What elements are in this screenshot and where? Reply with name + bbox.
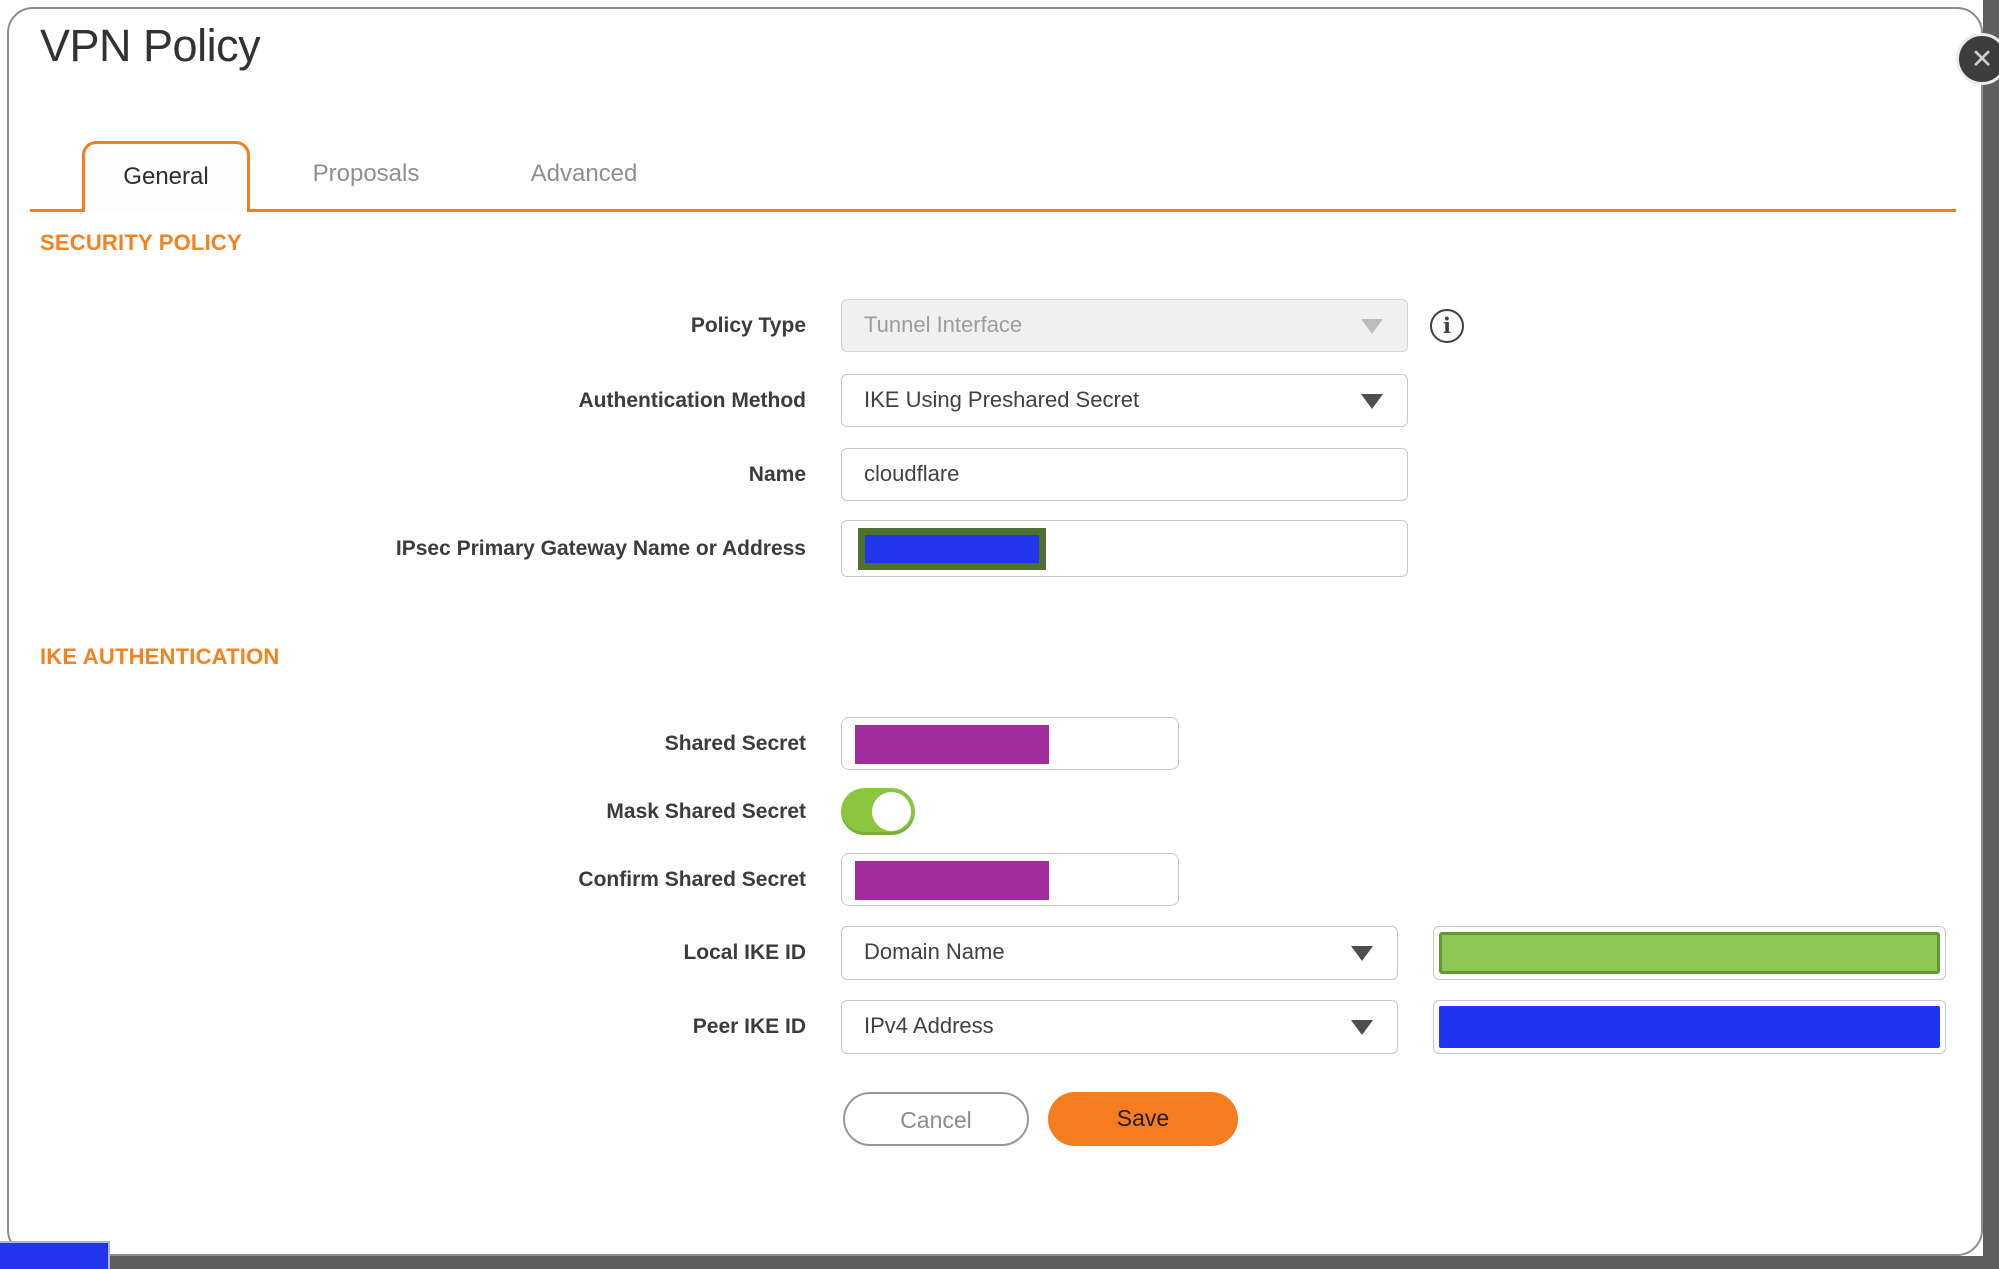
mask-shared-secret-toggle[interactable] (841, 788, 915, 835)
tab-proposals[interactable]: Proposals (282, 141, 450, 211)
close-icon[interactable]: ✕ (1956, 33, 1999, 85)
page-backdrop-bottom (0, 1256, 1999, 1269)
tab-advanced[interactable]: Advanced (500, 141, 668, 211)
peer-ike-id-value: IPv4 Address (864, 1013, 994, 1038)
local-ike-id-input[interactable] (1433, 926, 1946, 980)
name-value: cloudflare (864, 461, 960, 486)
peer-ike-id-label: Peer IKE ID (692, 1015, 806, 1038)
confirm-shared-secret-redaction (855, 861, 1049, 900)
local-ike-id-value: Domain Name (864, 939, 1005, 964)
local-ike-id-label: Local IKE ID (683, 941, 806, 964)
ipsec-gateway-label: IPsec Primary Gateway Name or Address (395, 537, 806, 560)
policy-type-select: Tunnel Interface (841, 299, 1408, 352)
toggle-knob (872, 792, 911, 831)
chevron-down-icon (1361, 394, 1383, 409)
page-backdrop-right (1983, 0, 1999, 1269)
local-ike-id-redaction (1439, 932, 1940, 974)
ipsec-gateway-redaction (858, 528, 1046, 570)
name-label: Name (748, 463, 806, 486)
authentication-method-label: Authentication Method (578, 389, 806, 412)
authentication-method-value: IKE Using Preshared Secret (864, 387, 1140, 412)
screen: { "dialog": { "title": "VPN Policy" }, "… (0, 0, 1999, 1269)
local-ike-id-select[interactable]: Domain Name (841, 926, 1398, 980)
chevron-down-icon (1361, 319, 1383, 334)
peer-ike-id-select[interactable]: IPv4 Address (841, 1000, 1398, 1054)
confirm-shared-secret-input[interactable] (841, 853, 1179, 906)
tab-general[interactable]: General (82, 141, 250, 212)
bottom-left-redaction (0, 1241, 110, 1269)
cancel-button[interactable]: Cancel (843, 1092, 1029, 1146)
chevron-down-icon (1351, 946, 1373, 961)
peer-ike-id-redaction (1439, 1006, 1940, 1048)
page-title: VPN Policy (40, 20, 261, 71)
mask-shared-secret-label: Mask Shared Secret (606, 800, 806, 823)
section-security-policy: SECURITY POLICY (40, 230, 242, 255)
info-icon[interactable]: i (1430, 309, 1464, 343)
section-ike-authentication: IKE AUTHENTICATION (40, 644, 280, 669)
shared-secret-input[interactable] (841, 717, 1179, 770)
shared-secret-redaction (855, 725, 1049, 764)
name-input[interactable]: cloudflare (841, 448, 1408, 501)
authentication-method-select[interactable]: IKE Using Preshared Secret (841, 374, 1408, 427)
save-button[interactable]: Save (1048, 1092, 1238, 1146)
peer-ike-id-input[interactable] (1433, 1000, 1946, 1054)
policy-type-label: Policy Type (690, 314, 806, 337)
confirm-shared-secret-label: Confirm Shared Secret (578, 868, 806, 891)
chevron-down-icon (1351, 1020, 1373, 1035)
shared-secret-label: Shared Secret (664, 732, 806, 755)
policy-type-value: Tunnel Interface (864, 312, 1023, 337)
tab-underline (30, 209, 1956, 212)
